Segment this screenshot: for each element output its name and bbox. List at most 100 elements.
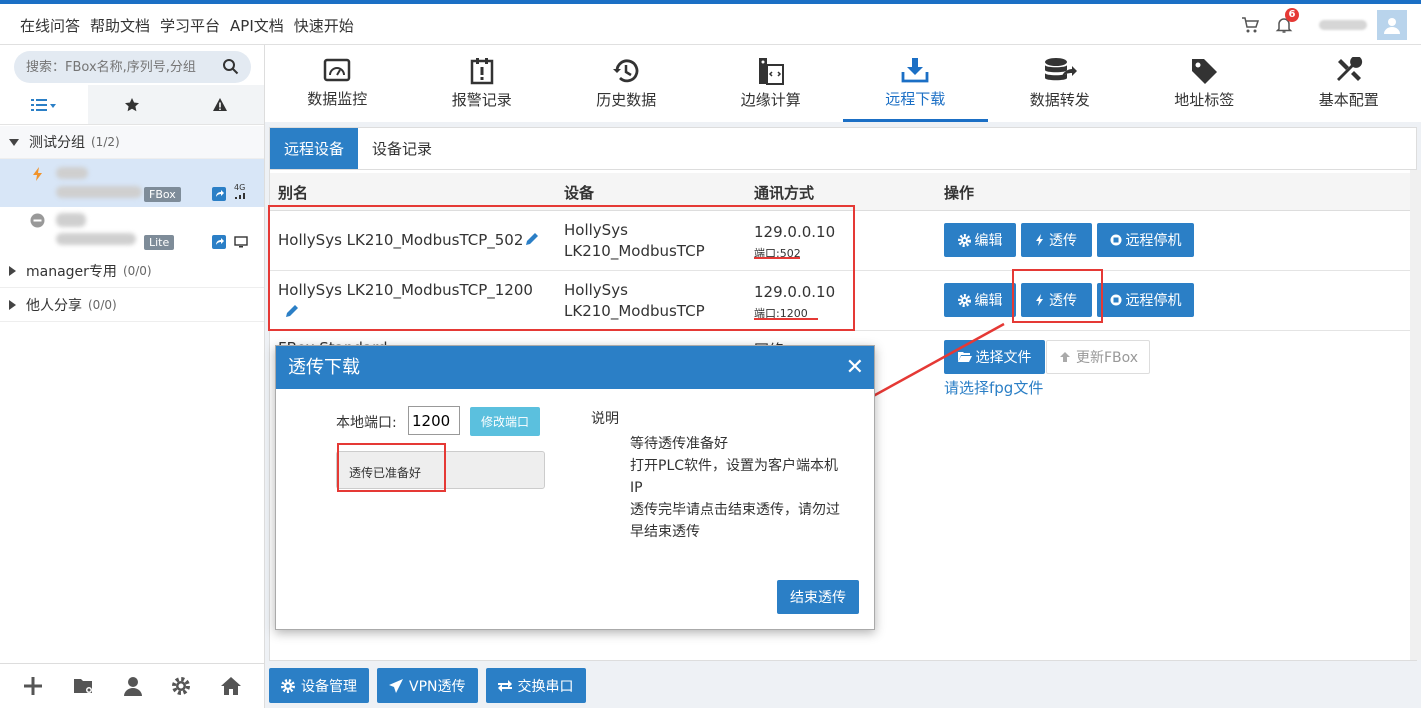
signal-icon: [235, 193, 245, 199]
bottom-toolbar: 设备管理 VPN透传 交换串口: [265, 663, 1421, 708]
user-icon[interactable]: [123, 676, 143, 696]
gear-icon[interactable]: [171, 676, 191, 696]
nav-data-forward[interactable]: 数据转发: [988, 45, 1133, 122]
edit-label: 编辑: [974, 233, 1003, 249]
description-list: 等待透传准备好 打开PLC软件，设置为客户端本机IP 透传完毕请点击结束透传，请…: [630, 433, 840, 543]
end-passthrough-button[interactable]: 结束透传: [777, 580, 859, 614]
edge-compute-icon: [758, 58, 784, 85]
nav-data-monitor[interactable]: 数据监控: [265, 45, 410, 122]
alarm-icon: [470, 58, 493, 85]
device-management-button[interactable]: 设备管理: [269, 668, 369, 703]
database-forward-icon: [1044, 58, 1077, 81]
group-count: (1/2): [91, 135, 120, 149]
nav-label: 基本配置: [1318, 91, 1379, 109]
add-icon[interactable]: [22, 675, 44, 697]
search-box: [14, 51, 251, 83]
edit-label: 编辑: [974, 293, 1003, 309]
update-fbox-button[interactable]: 更新FBox: [1046, 340, 1150, 374]
gear-icon: [957, 293, 971, 307]
tab-alarms[interactable]: [176, 85, 264, 125]
tab-list-view[interactable]: [0, 85, 88, 125]
edit-button[interactable]: 编辑: [944, 223, 1016, 257]
passthrough-button[interactable]: 透传: [1021, 223, 1092, 257]
nav-link-api[interactable]: API文档: [230, 15, 284, 36]
group-shared[interactable]: 他人分享 (0/0): [0, 289, 264, 322]
cart-icon[interactable]: [1241, 16, 1259, 34]
nav-link-qa[interactable]: 在线问答: [20, 15, 80, 36]
send-icon: [389, 678, 403, 693]
stop-icon: [1110, 234, 1121, 246]
search-icon[interactable]: [222, 58, 239, 75]
tab-favorites[interactable]: [88, 85, 176, 125]
share-icon[interactable]: [212, 235, 226, 249]
tag-icon: [1192, 59, 1218, 84]
tab-device-records[interactable]: 设备记录: [358, 128, 446, 169]
scrollbar[interactable]: [1410, 170, 1421, 660]
share-icon[interactable]: [212, 187, 226, 201]
group-manager[interactable]: manager专用 (0/0): [0, 255, 264, 288]
download-icon: [901, 57, 929, 82]
group-count: (0/0): [122, 264, 152, 278]
update-fbox-label: 更新FBox: [1075, 350, 1139, 366]
close-icon[interactable]: ✕: [846, 346, 864, 389]
device-serial-blurred: [56, 233, 136, 245]
device-type-badge: FBox: [144, 187, 181, 202]
annotation-rows-box: [268, 205, 855, 331]
nav-link-quickstart[interactable]: 快速开始: [294, 15, 354, 36]
description-title: 说明: [591, 411, 619, 427]
nav-label: 地址标签: [1174, 91, 1235, 109]
sidebar-toolbar: [0, 663, 264, 708]
nav-remote-download[interactable]: 远程下载: [843, 45, 988, 122]
device-item-2[interactable]: Lite: [0, 207, 264, 255]
nav-link-learning[interactable]: 学习平台: [160, 15, 220, 36]
gear-icon: [281, 678, 295, 693]
tools-icon: [1336, 57, 1362, 81]
desktop-icon: [234, 236, 248, 248]
sub-tabs: 远程设备 设备记录: [270, 128, 1416, 170]
search-input[interactable]: [26, 51, 216, 83]
tab-remote-devices[interactable]: 远程设备: [270, 128, 359, 169]
remote-stop-button[interactable]: 远程停机: [1097, 223, 1194, 257]
annotation-status-box: [337, 443, 446, 492]
annotation-underline: [754, 318, 818, 320]
nav-history-data[interactable]: 历史数据: [554, 45, 699, 122]
nav-alarm-records[interactable]: 报警记录: [410, 45, 555, 122]
remote-stop-button[interactable]: 远程停机: [1097, 283, 1194, 317]
dialog-title: 透传下载: [288, 357, 360, 378]
annotation-passthrough-box: [1012, 269, 1103, 323]
nav-address-tags[interactable]: 地址标签: [1132, 45, 1277, 122]
nav-label: 边缘计算: [740, 91, 801, 109]
nav-edge-compute[interactable]: 边缘计算: [699, 45, 844, 122]
port-label: 本地端口:: [336, 415, 397, 431]
cloud-upload-icon: [1059, 352, 1070, 362]
home-icon[interactable]: [220, 676, 242, 696]
header-device: 设备: [564, 184, 595, 202]
star-icon: [125, 97, 139, 111]
description-item: 透传完毕请点击结束透传，请勿过早结束透传: [630, 502, 840, 540]
device-item-1[interactable]: FBox 4G: [0, 159, 264, 207]
local-port-input[interactable]: [408, 406, 460, 435]
remote-stop-label: 远程停机: [1125, 233, 1182, 249]
edit-button[interactable]: 编辑: [944, 283, 1016, 317]
stop-icon: [1110, 294, 1121, 306]
avatar[interactable]: [1377, 9, 1407, 40]
gear-icon: [957, 233, 971, 247]
top-right-area: 6: [1241, 4, 1421, 45]
notification-bell[interactable]: 6: [1275, 7, 1299, 34]
device-type-badge: Lite: [144, 235, 175, 250]
nav-label: 数据转发: [1029, 91, 1090, 109]
modify-port-button[interactable]: 修改端口: [470, 407, 540, 436]
caret-right-icon: [9, 300, 16, 310]
caret-down-icon: [9, 138, 19, 146]
nav-basic-config[interactable]: 基本配置: [1277, 45, 1421, 122]
device-serial-blurred: [56, 186, 142, 198]
username-blurred[interactable]: [1319, 19, 1367, 30]
swap-serial-button[interactable]: 交换串口: [485, 668, 586, 703]
nav-link-help[interactable]: 帮助文档: [90, 15, 150, 36]
warning-icon: [213, 97, 227, 111]
group-test[interactable]: 测试分组 (1/2): [0, 126, 264, 159]
folder-settings-icon[interactable]: [73, 676, 95, 696]
dialog-header: 透传下载 ✕: [276, 346, 874, 389]
vpn-passthrough-button[interactable]: VPN透传: [377, 668, 478, 703]
caret-right-icon: [9, 266, 16, 276]
